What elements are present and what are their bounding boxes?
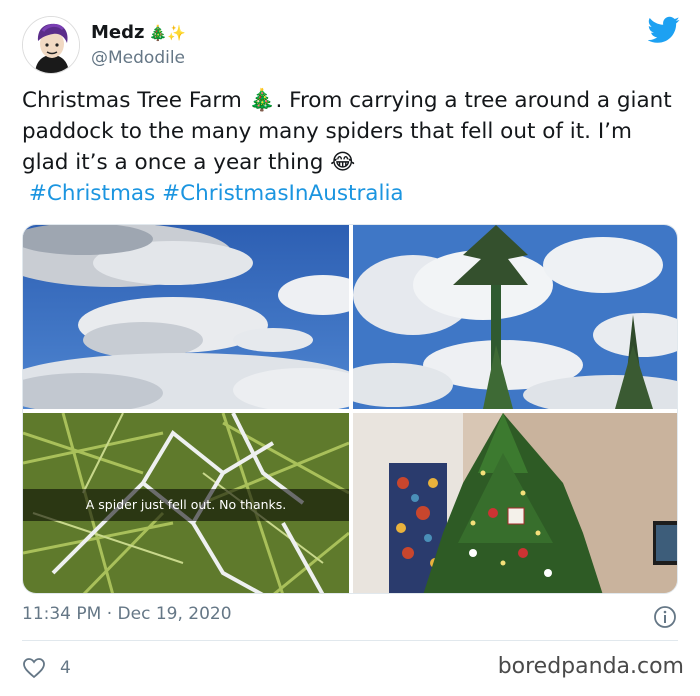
divider <box>22 640 678 641</box>
tweet-text-start: Christmas Tree Farm <box>22 88 249 113</box>
photo-pine-tops[interactable] <box>353 225 677 409</box>
user-name-text[interactable]: Medz <box>91 22 144 43</box>
photo-christmas-tree[interactable] <box>353 413 677 593</box>
heart-icon[interactable] <box>22 656 46 680</box>
photo-sky-clouds[interactable] <box>23 225 349 409</box>
hashtag-christmas-in-australia[interactable]: #ChristmasInAustralia <box>162 181 404 206</box>
photo-spider-netting[interactable]: A spider just fell out. No thanks. <box>23 413 349 593</box>
tree-emoji: 🎄 <box>248 88 276 113</box>
info-icon[interactable] <box>653 605 677 629</box>
like-count: 4 <box>60 658 71 678</box>
photo-caption: A spider just fell out. No thanks. <box>23 489 349 521</box>
hashtag-christmas[interactable]: #Christmas <box>29 181 155 206</box>
tweet-timestamp[interactable]: 11:34 PM · Dec 19, 2020 <box>22 604 232 624</box>
avatar[interactable] <box>22 16 80 74</box>
user-handle[interactable]: @Medodile <box>91 48 185 68</box>
media-grid: A spider just fell out. No thanks. <box>22 224 678 594</box>
user-name[interactable]: Medz 🎄✨ <box>91 22 186 43</box>
laughing-emoji: 😂 <box>330 150 356 175</box>
tweet-text: Christmas Tree Farm 🎄. From carrying a t… <box>22 85 682 209</box>
user-name-emoji: 🎄✨ <box>148 24 186 42</box>
avatar-image <box>23 17 79 73</box>
tweet-header: Medz 🎄✨ @Medodile <box>22 14 682 76</box>
like-button[interactable]: 4 <box>22 656 71 680</box>
twitter-bird-icon[interactable] <box>648 16 680 44</box>
watermark: boredpanda.com <box>497 654 684 679</box>
